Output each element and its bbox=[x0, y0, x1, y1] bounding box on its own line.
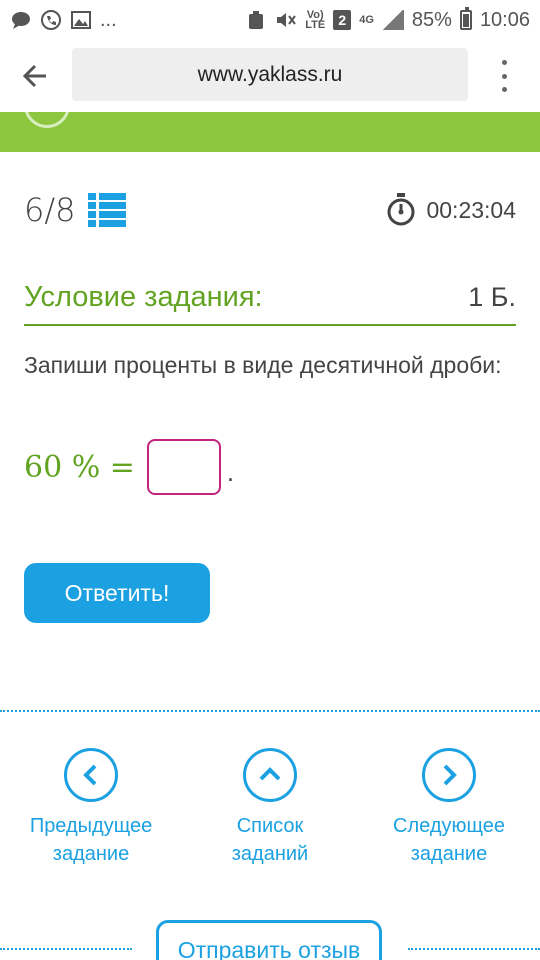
url-text: www.yaklass.ru bbox=[197, 62, 343, 86]
condition-header: Условие задания: 1 Б. bbox=[24, 270, 516, 326]
battery-icon bbox=[459, 7, 472, 30]
lesson-status-icon bbox=[24, 112, 70, 128]
section-divider bbox=[0, 710, 540, 712]
answer-input[interactable] bbox=[146, 439, 221, 495]
status-bar-notifications: ... bbox=[10, 9, 117, 32]
condition-title: Условие задания: bbox=[24, 280, 263, 313]
prev-task-button[interactable]: Предыдущее задание bbox=[11, 748, 171, 868]
mute-icon bbox=[275, 9, 297, 31]
lesson-header-band bbox=[0, 112, 540, 152]
kebab-menu-icon bbox=[501, 60, 507, 65]
counter-separator: / bbox=[44, 191, 56, 229]
task-list-button[interactable]: Список заданий bbox=[190, 748, 350, 868]
back-button[interactable] bbox=[18, 58, 54, 94]
task-list-label: Список заданий bbox=[232, 812, 308, 868]
volte-bottom: LTE bbox=[305, 19, 326, 31]
next-task-label: Следующее задание bbox=[393, 812, 505, 868]
list-circle bbox=[243, 748, 297, 802]
task-counter-text: 6/8 bbox=[24, 191, 76, 229]
viber-icon bbox=[40, 9, 62, 31]
clock: 10:06 bbox=[479, 8, 530, 31]
stopwatch-icon bbox=[387, 193, 415, 226]
feedback-divider-left bbox=[0, 948, 132, 950]
address-bar[interactable]: www.yaklass.ru bbox=[72, 48, 468, 101]
kebab-dot bbox=[501, 87, 507, 92]
list-label-line1: Список bbox=[236, 815, 304, 837]
gallery-icon bbox=[70, 9, 92, 31]
task-score: 1 Б. bbox=[468, 281, 516, 312]
send-feedback-button[interactable]: Отправить отзыв bbox=[156, 920, 382, 960]
chevron-left-icon bbox=[83, 764, 97, 786]
list-line bbox=[87, 211, 126, 218]
status-bar: ... Vo) LTE 2 4G 85% 10:06 bbox=[0, 0, 540, 40]
equation-period: . bbox=[226, 457, 235, 487]
total-task-number: 8 bbox=[55, 191, 76, 229]
feedback-row: Отправить отзыв bbox=[0, 920, 540, 960]
list-line bbox=[87, 193, 126, 200]
submit-answer-label: Ответить! bbox=[64, 579, 170, 606]
chat-bubble-icon bbox=[10, 9, 32, 31]
next-label-line2: задание bbox=[410, 843, 488, 865]
task-list-icon[interactable] bbox=[87, 193, 126, 227]
task-progress-row: 6/8 00:23:04 bbox=[24, 186, 516, 234]
next-label-line1: Следующее bbox=[393, 815, 505, 837]
task-counter: 6/8 bbox=[24, 191, 126, 229]
equation-lhs: 60 % = bbox=[24, 449, 135, 485]
alarm-icon bbox=[245, 9, 267, 31]
volte-indicator: Vo) LTE bbox=[305, 10, 326, 31]
feedback-divider-right bbox=[408, 948, 540, 950]
kebab-dot bbox=[501, 73, 507, 79]
prev-label-line1: Предыдущее bbox=[29, 815, 153, 837]
browser-toolbar: www.yaklass.ru bbox=[0, 40, 540, 112]
battery-percent: 85% bbox=[411, 8, 452, 31]
next-task-button[interactable]: Следующее задание bbox=[369, 748, 529, 868]
status-bar-more: ... bbox=[100, 8, 117, 31]
sim-slot-badge: 2 bbox=[333, 10, 352, 30]
browser-menu-button[interactable] bbox=[494, 60, 514, 92]
current-task-number: 6 bbox=[24, 191, 45, 229]
list-label-line2: заданий bbox=[231, 843, 309, 865]
list-line bbox=[87, 202, 126, 209]
send-feedback-label: Отправить отзыв bbox=[177, 937, 361, 960]
data-type-indicator: 4G bbox=[359, 14, 374, 26]
task-timer: 00:23:04 bbox=[386, 193, 516, 227]
next-circle bbox=[422, 748, 476, 802]
submit-answer-button[interactable]: Ответить! bbox=[24, 563, 210, 623]
chevron-right-icon bbox=[443, 764, 457, 786]
prev-label-line2: задание bbox=[52, 843, 130, 865]
prev-task-label: Предыдущее задание bbox=[30, 812, 152, 868]
list-line bbox=[87, 220, 126, 227]
status-bar-system: Vo) LTE 2 4G 85% 10:06 bbox=[245, 7, 530, 32]
timer-value: 00:23:04 bbox=[426, 196, 516, 223]
arrow-left-icon bbox=[22, 64, 46, 88]
signal-icon bbox=[381, 10, 404, 30]
task-equation: 60 % = . bbox=[24, 438, 234, 496]
chevron-up-icon bbox=[259, 767, 281, 781]
prev-circle bbox=[64, 748, 118, 802]
task-instruction: Запиши проценты в виде десятичной дроби: bbox=[24, 352, 502, 378]
